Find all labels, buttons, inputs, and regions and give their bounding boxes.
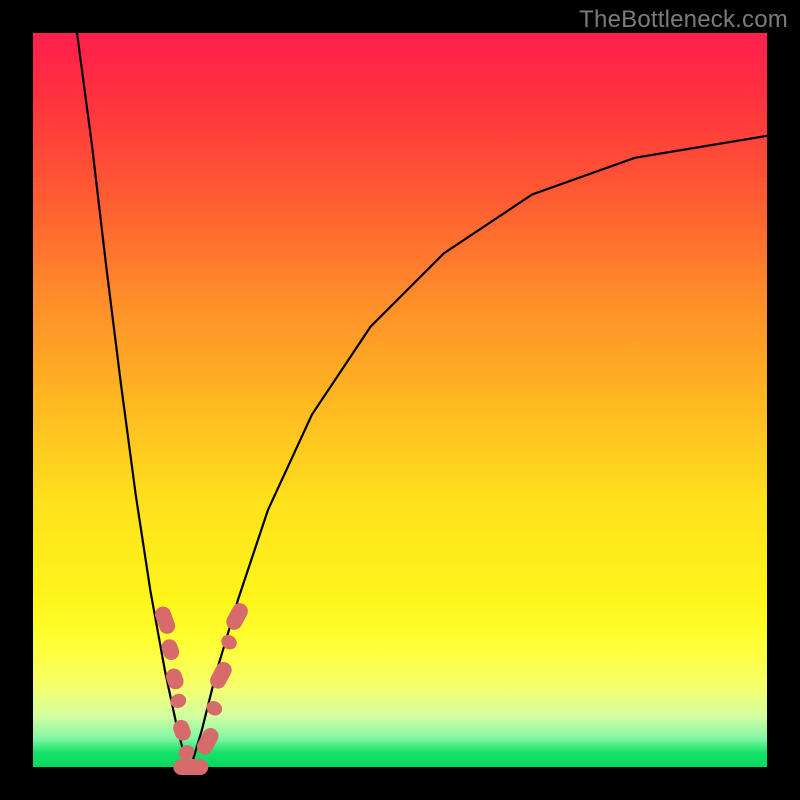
- marker: [173, 759, 208, 775]
- marker: [204, 698, 225, 718]
- plot-area: [33, 33, 767, 767]
- marker: [207, 659, 234, 691]
- marker: [171, 718, 193, 743]
- watermark: TheBottleneck.com: [579, 6, 788, 34]
- curve-right-branch: [191, 136, 767, 767]
- chart-frame: TheBottleneck.com: [0, 0, 800, 800]
- marker: [164, 666, 186, 691]
- marker: [223, 600, 250, 632]
- curves-svg: [33, 33, 767, 767]
- marker: [168, 692, 188, 711]
- marker: [219, 632, 240, 652]
